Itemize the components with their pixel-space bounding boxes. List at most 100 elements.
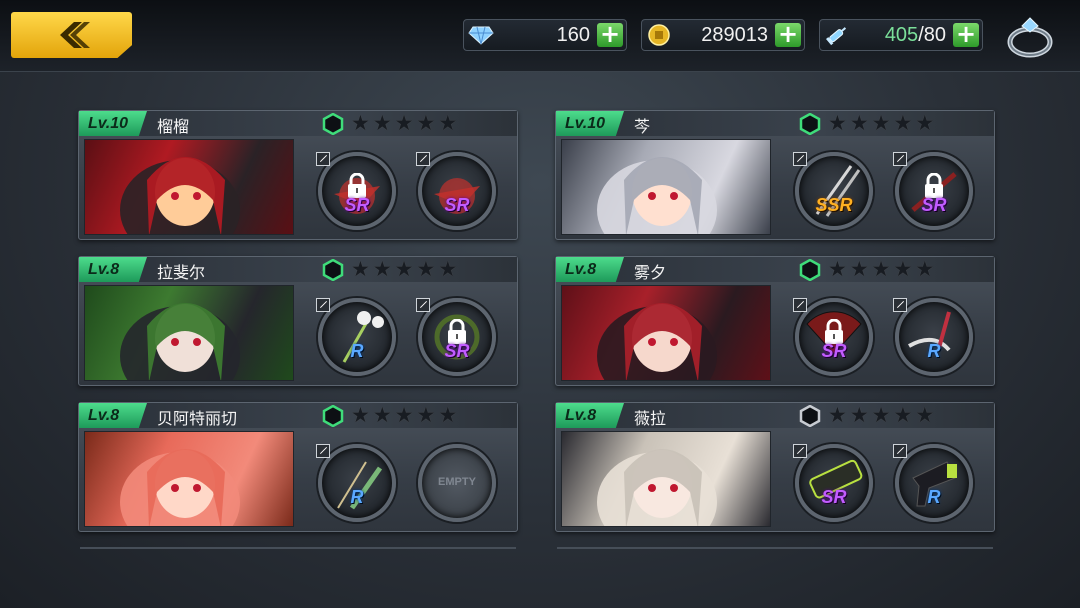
rarity-label: SR (821, 341, 847, 361)
star-icon: ★ (416, 111, 436, 135)
character-card[interactable]: Lv.10 芩 ★ ★ ★ ★ ★ SSR SR (555, 110, 995, 240)
star-icon: ★ (438, 257, 458, 281)
back-arrow-icon (59, 22, 90, 48)
character-card[interactable]: Lv.10 榴榴 ★ ★ ★ ★ ★ SR SR (78, 110, 518, 240)
star-icon: ★ (351, 257, 370, 281)
star-icon: ★ (893, 111, 913, 135)
add-gems-button[interactable]: + (597, 22, 623, 47)
star-icon: ★ (828, 257, 847, 281)
weapon-slot-2[interactable]: SR (416, 298, 496, 376)
card-header: Lv.8 薇拉 ★ ★ ★ ★ ★ (556, 403, 994, 428)
character-portrait[interactable] (561, 285, 771, 381)
add-stamina-button[interactable]: + (953, 22, 979, 47)
character-name: 芩 (634, 117, 651, 136)
character-card[interactable]: Lv.8 贝阿特丽切 ★ ★ ★ ★ ★ R EMPTY (78, 402, 518, 532)
star-icon: ★ (849, 403, 869, 427)
star-rating: ★ ★ ★ ★ ★ (351, 258, 457, 280)
star-icon: ★ (849, 257, 869, 281)
star-icon: ★ (893, 257, 913, 281)
star-icon: ★ (871, 403, 891, 427)
back-button[interactable] (11, 12, 132, 58)
character-name: 雾夕 (634, 263, 667, 282)
add-gold-button[interactable]: + (775, 22, 801, 47)
character-art (120, 303, 240, 380)
star-rating: ★ ★ ★ ★ ★ (351, 404, 457, 426)
hexagon-grade-icon (799, 405, 821, 427)
card-header: Lv.8 拉斐尔 ★ ★ ★ ★ ★ (79, 257, 517, 282)
weapon-slot-2[interactable]: SR (893, 152, 973, 230)
rarity-label: SR (921, 195, 947, 215)
ring-icon (1007, 17, 1053, 58)
character-portrait[interactable] (84, 431, 294, 527)
rarity-label: R (350, 341, 364, 361)
star-icon: ★ (351, 403, 370, 427)
syringe-icon (823, 23, 851, 47)
level-badge: Lv.8 (556, 403, 624, 428)
character-art (120, 449, 240, 526)
star-icon: ★ (438, 403, 458, 427)
empty-label: EMPTY (438, 476, 476, 488)
character-portrait[interactable] (84, 285, 294, 381)
star-rating: ★ ★ ★ ★ ★ (828, 258, 934, 280)
star-icon: ★ (416, 257, 436, 281)
weapon-slot-1[interactable]: SR (316, 152, 396, 230)
star-rating: ★ ★ ★ ★ ★ (828, 404, 934, 426)
star-icon: ★ (871, 257, 891, 281)
diamond-icon (467, 23, 495, 47)
star-icon: ★ (828, 403, 847, 427)
card-header: Lv.10 芩 ★ ★ ★ ★ ★ (556, 111, 994, 136)
level-badge: Lv.8 (556, 257, 624, 282)
character-art (597, 449, 717, 526)
weapon-slot-1[interactable]: SSR (793, 152, 873, 230)
weapon-slot-2[interactable]: EMPTY (418, 444, 496, 522)
character-portrait[interactable] (561, 139, 771, 235)
character-portrait[interactable] (84, 139, 294, 235)
hexagon-grade-icon (799, 259, 821, 281)
gold-coin-icon (645, 23, 673, 47)
star-icon: ★ (351, 111, 370, 135)
star-icon: ★ (871, 111, 891, 135)
settings-ring-button[interactable] (1004, 12, 1056, 64)
weapon-slot-1[interactable]: SR (793, 298, 873, 376)
character-card[interactable]: Lv.8 雾夕 ★ ★ ★ ★ ★ SR R (555, 256, 995, 386)
star-icon: ★ (394, 111, 414, 135)
rarity-label: R (927, 341, 941, 361)
rarity-label: SR (821, 487, 847, 507)
rarity-label: SR (444, 341, 470, 361)
weapon-slot-2[interactable]: R (893, 298, 973, 376)
hexagon-grade-icon (322, 113, 344, 135)
level-badge: Lv.8 (79, 257, 147, 282)
star-icon: ★ (915, 403, 935, 427)
rarity-label: R (350, 487, 364, 507)
star-rating: ★ ★ ★ ★ ★ (828, 112, 934, 134)
stamina-value: 405/80 (884, 24, 946, 46)
weapon-slot-2[interactable]: R (893, 444, 973, 522)
weapon-slot-1[interactable]: R (316, 444, 396, 522)
gold-counter: 289013 + (641, 19, 805, 51)
star-icon: ★ (394, 403, 414, 427)
card-header: Lv.10 榴榴 ★ ★ ★ ★ ★ (79, 111, 517, 136)
weapon-slot-1[interactable]: R (316, 298, 396, 376)
star-icon: ★ (893, 403, 913, 427)
star-icon: ★ (416, 403, 436, 427)
character-card[interactable]: Lv.8 薇拉 ★ ★ ★ ★ ★ SR R (555, 402, 995, 532)
character-name: 拉斐尔 (157, 263, 206, 282)
rarity-label: SR (344, 195, 370, 215)
star-icon: ★ (372, 111, 392, 135)
weapon-slot-1[interactable]: SR (793, 444, 873, 522)
card-header: Lv.8 雾夕 ★ ★ ★ ★ ★ (556, 257, 994, 282)
hexagon-grade-icon (322, 405, 344, 427)
weapon-slot-2[interactable]: SR (416, 152, 496, 230)
hexagon-grade-icon (799, 113, 821, 135)
character-art (597, 157, 717, 234)
star-icon: ★ (849, 111, 869, 135)
level-badge: Lv.10 (556, 111, 624, 136)
star-icon: ★ (915, 111, 935, 135)
star-icon: ★ (372, 403, 392, 427)
level-badge: Lv.10 (79, 111, 147, 136)
gems-value: 160 (556, 24, 590, 46)
character-card[interactable]: Lv.8 拉斐尔 ★ ★ ★ ★ ★ R SR (78, 256, 518, 386)
star-icon: ★ (372, 257, 392, 281)
rarity-label: R (927, 487, 941, 507)
character-portrait[interactable] (561, 431, 771, 527)
